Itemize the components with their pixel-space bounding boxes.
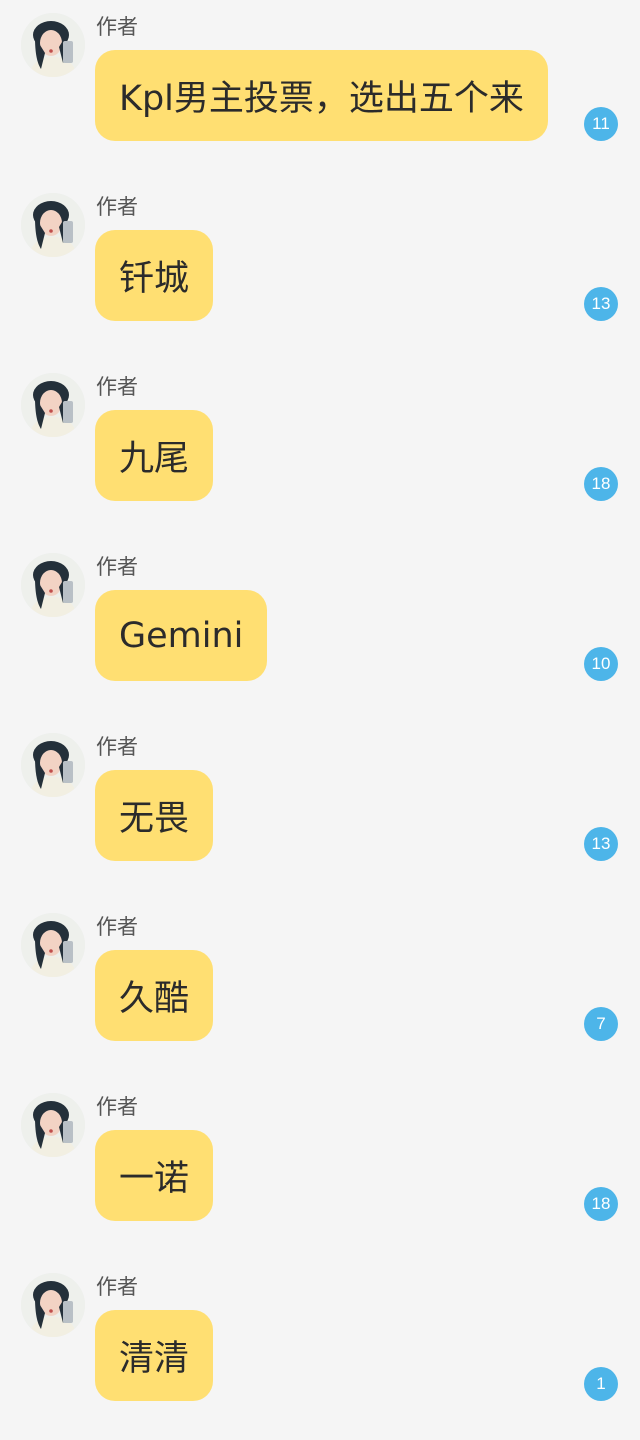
message-bubble[interactable]: 无畏 bbox=[95, 770, 214, 861]
message-row: 作者 Kpl男主投票，选出五个来 11 bbox=[0, 0, 640, 180]
author-name: 作者 bbox=[96, 15, 138, 39]
message-bubble[interactable]: Kpl男主投票，选出五个来 bbox=[95, 50, 548, 141]
reply-count-badge[interactable]: 7 bbox=[584, 1007, 618, 1041]
reply-count-badge[interactable]: 18 bbox=[584, 467, 618, 501]
avatar[interactable] bbox=[21, 1093, 85, 1157]
reply-count-badge[interactable]: 11 bbox=[584, 107, 618, 141]
avatar[interactable] bbox=[21, 553, 85, 617]
avatar[interactable] bbox=[21, 373, 85, 437]
avatar[interactable] bbox=[21, 733, 85, 797]
avatar[interactable] bbox=[21, 1273, 85, 1337]
message-bubble[interactable]: 清清 bbox=[95, 1310, 214, 1401]
author-name: 作者 bbox=[96, 915, 138, 939]
message-row: 作者 钎城 13 bbox=[0, 180, 640, 360]
author-name: 作者 bbox=[96, 555, 138, 579]
avatar[interactable] bbox=[21, 913, 85, 977]
message-row: 作者 无畏 13 bbox=[0, 720, 640, 900]
message-row: 作者 一诺 18 bbox=[0, 1080, 640, 1260]
author-name: 作者 bbox=[96, 1095, 138, 1119]
avatar[interactable] bbox=[21, 193, 85, 257]
message-bubble[interactable]: 一诺 bbox=[95, 1130, 214, 1221]
message-row: 作者 九尾 18 bbox=[0, 360, 640, 540]
author-name: 作者 bbox=[96, 375, 138, 399]
chat-thread: 作者 Kpl男主投票，选出五个来 11 作者 钎城 13 作者 九尾 18 作者… bbox=[0, 0, 640, 1433]
reply-count-badge[interactable]: 13 bbox=[584, 827, 618, 861]
message-row: 作者 久酷 7 bbox=[0, 900, 640, 1080]
avatar[interactable] bbox=[21, 13, 85, 77]
author-name: 作者 bbox=[96, 735, 138, 759]
message-bubble[interactable]: Gemini bbox=[95, 590, 268, 681]
reply-count-badge[interactable]: 18 bbox=[584, 1187, 618, 1221]
message-bubble[interactable]: 九尾 bbox=[95, 410, 214, 501]
author-name: 作者 bbox=[96, 1275, 138, 1299]
author-name: 作者 bbox=[96, 195, 138, 219]
message-bubble[interactable]: 钎城 bbox=[95, 230, 214, 321]
reply-count-badge[interactable]: 10 bbox=[584, 647, 618, 681]
message-row: 作者 Gemini 10 bbox=[0, 540, 640, 720]
reply-count-badge[interactable]: 13 bbox=[584, 287, 618, 321]
reply-count-badge[interactable]: 1 bbox=[584, 1367, 618, 1401]
message-bubble[interactable]: 久酷 bbox=[95, 950, 214, 1041]
message-row: 作者 清清 1 bbox=[0, 1260, 640, 1440]
